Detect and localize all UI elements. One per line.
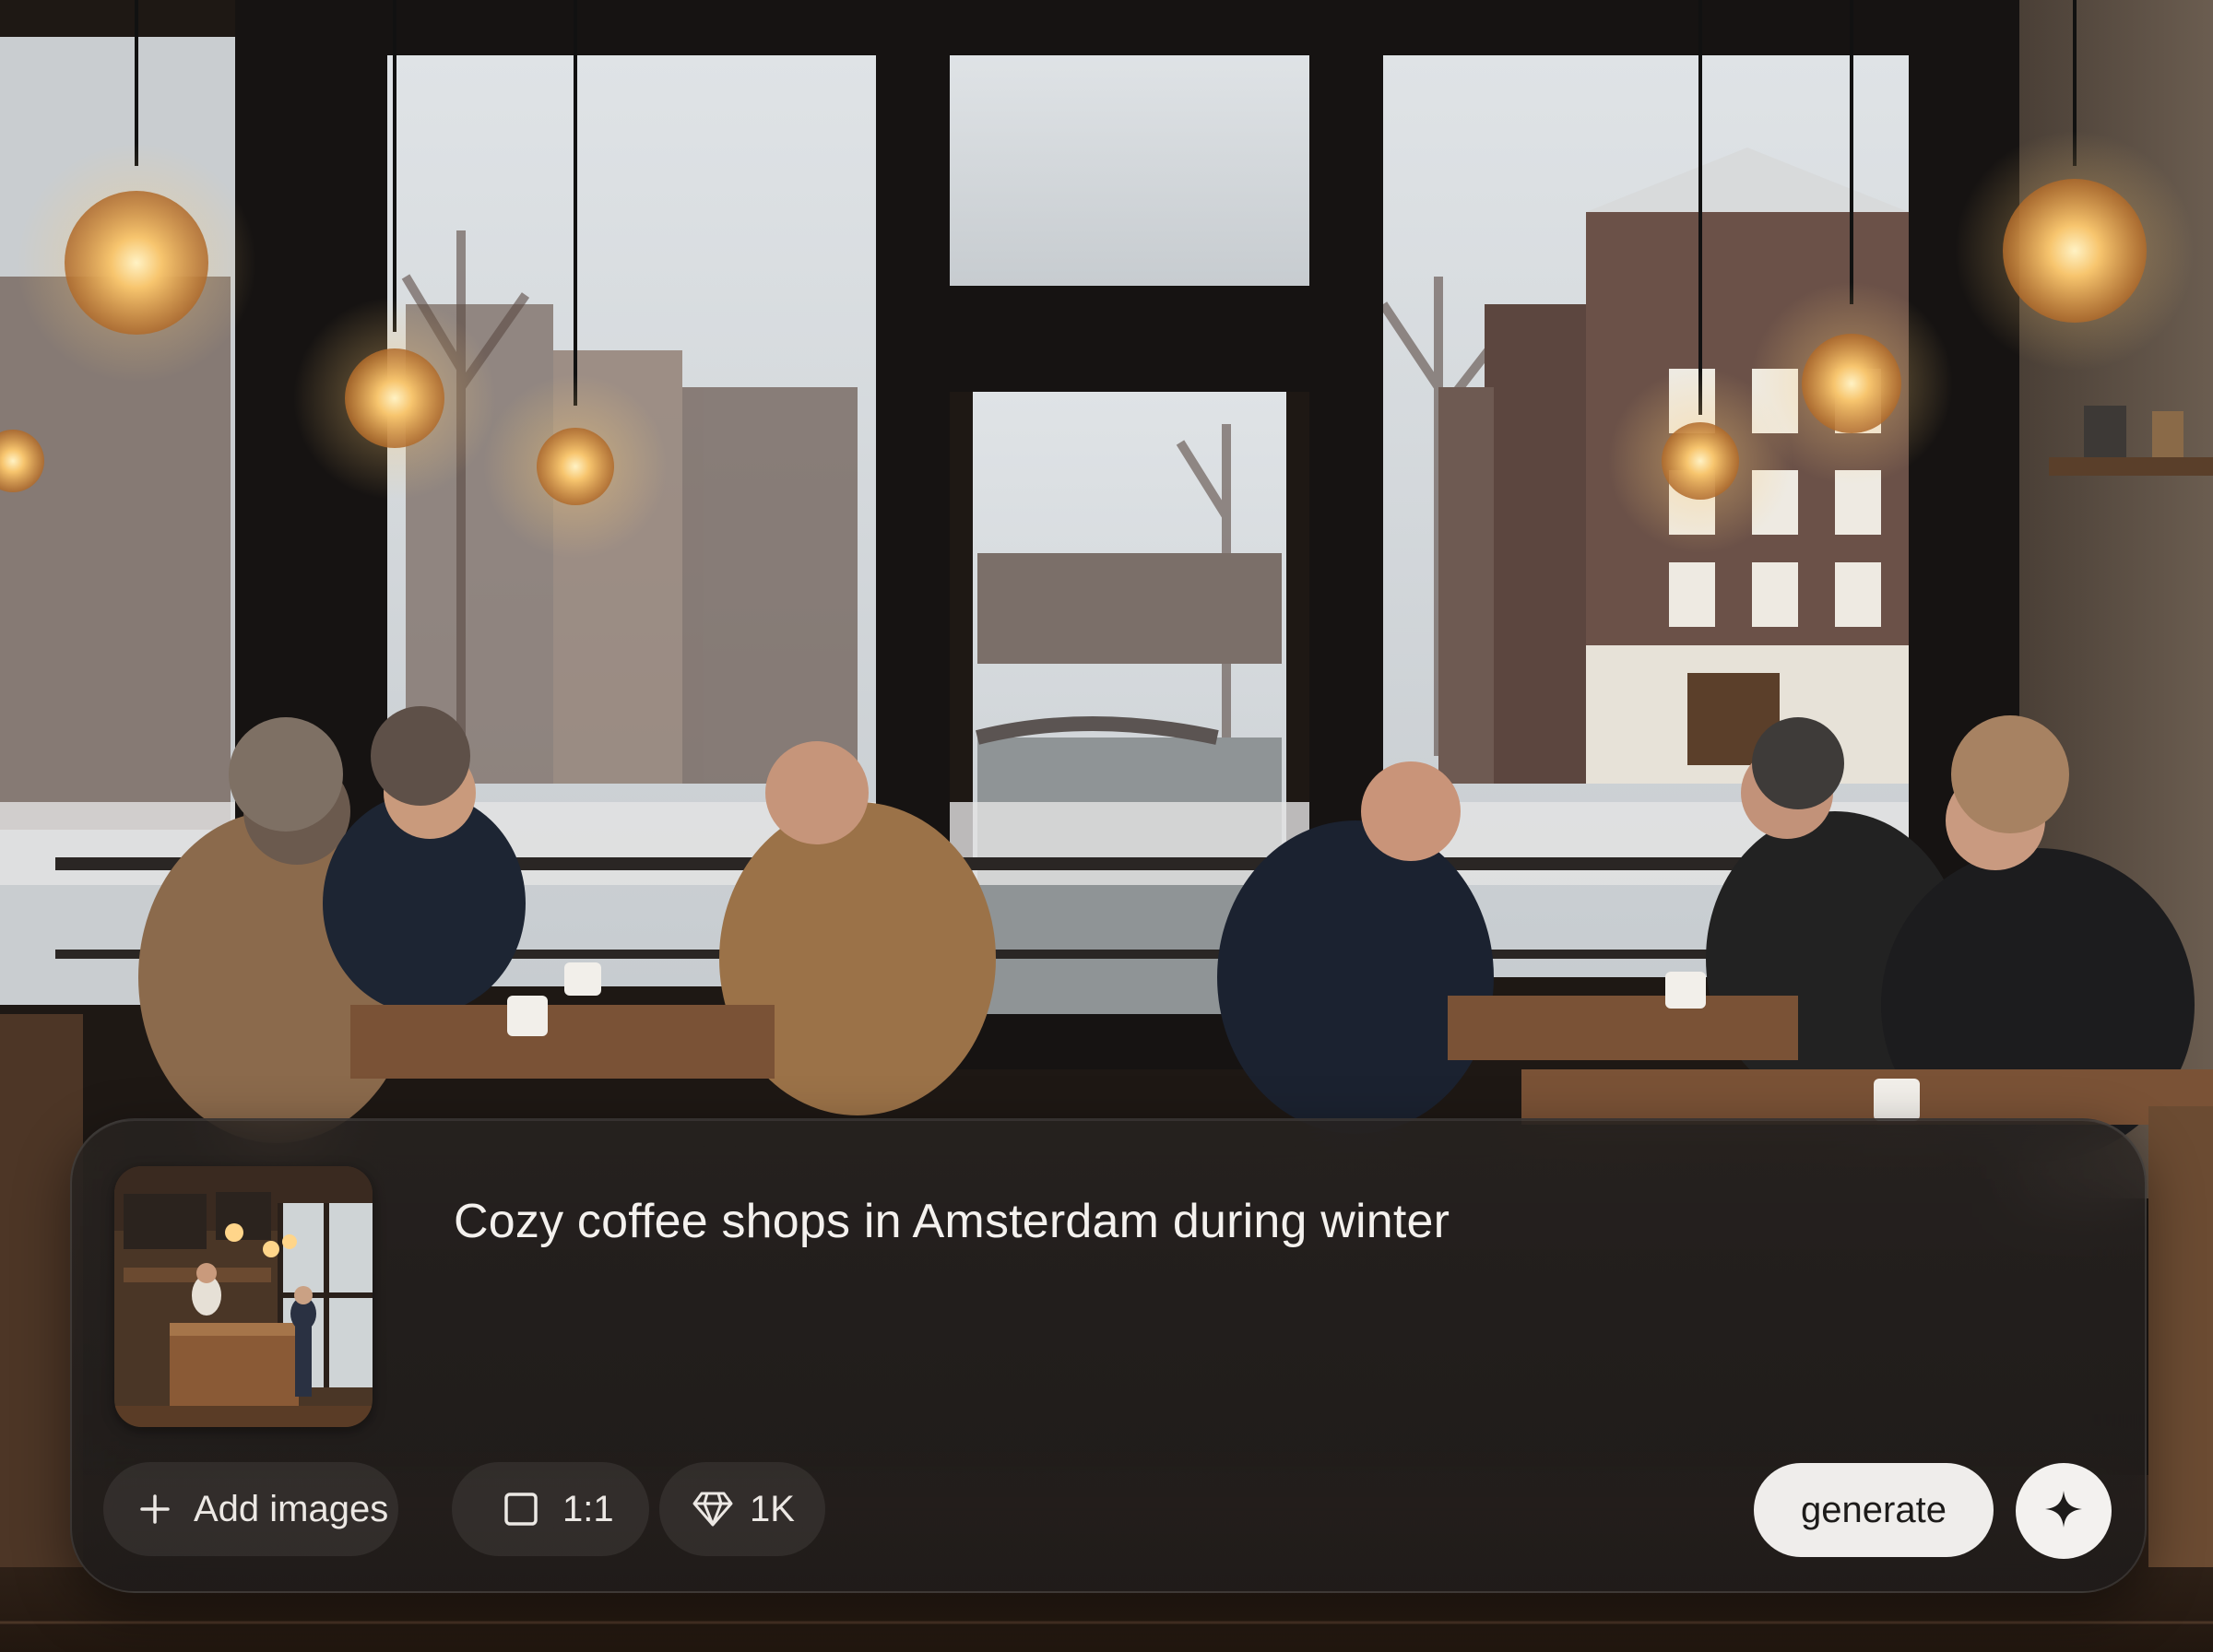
add-images-label: Add images: [194, 1488, 389, 1529]
plus-icon: [138, 1493, 172, 1526]
resolution-button[interactable]: 1K: [659, 1462, 825, 1556]
sparkle-button[interactable]: [2016, 1463, 2112, 1559]
prompt-text[interactable]: Cozy coffee shops in Amsterdam during wi…: [454, 1192, 2021, 1251]
aspect-ratio-button[interactable]: 1:1: [452, 1462, 649, 1556]
add-images-button[interactable]: Add images: [103, 1462, 398, 1556]
prompt-composer: Cozy coffee shops in Amsterdam during wi…: [70, 1118, 2147, 1593]
generate-button[interactable]: generate: [1754, 1463, 1994, 1557]
diamond-icon: [692, 1491, 733, 1528]
square-icon: [503, 1492, 538, 1527]
resolution-value: 1K: [750, 1488, 795, 1529]
aspect-ratio-value: 1:1: [562, 1488, 614, 1529]
coffee-shop-interior-image: [114, 1166, 373, 1427]
app-canvas: Cozy coffee shops in Amsterdam during wi…: [0, 0, 2213, 1652]
sparkle-icon: [2043, 1489, 2084, 1534]
reference-image-thumbnail[interactable]: [114, 1166, 373, 1427]
